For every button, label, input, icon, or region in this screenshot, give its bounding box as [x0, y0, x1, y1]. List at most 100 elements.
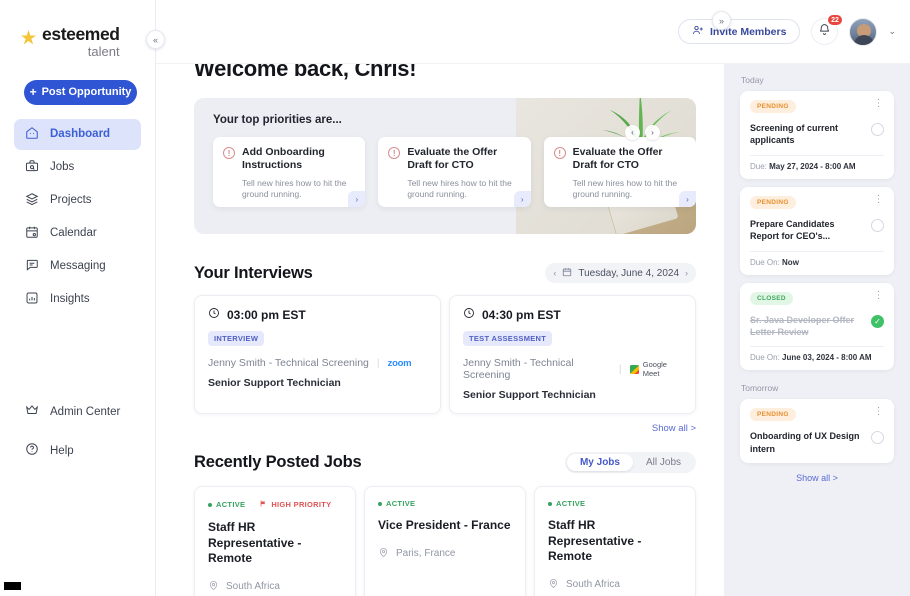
job-title: Staff HR Representative - Remote — [208, 520, 342, 567]
zoom-logo-icon[interactable]: zoom — [388, 358, 412, 369]
divider: | — [377, 357, 380, 369]
sidebar-item-calendar[interactable]: Calendar — [14, 218, 141, 249]
status-badge: CLOSED — [750, 292, 793, 305]
cursor-marker — [4, 582, 21, 590]
status-badge: PENDING — [750, 196, 796, 209]
layers-icon — [25, 192, 39, 209]
tab-all-jobs[interactable]: All Jobs — [633, 454, 694, 471]
question-circle-icon — [25, 442, 39, 459]
reminder-due: Due: May 27, 2024 - 8:00 AM — [750, 162, 884, 171]
status-dot-icon — [378, 502, 382, 506]
priorities-carousel-nav: ‹ › — [625, 125, 660, 140]
more-vertical-icon[interactable]: ⋮ — [874, 196, 885, 204]
reminder-card[interactable]: PENDING ⋮ Onboarding of UX Design intern — [740, 399, 894, 463]
brand-logo[interactable]: ★ esteemed talent — [0, 26, 155, 58]
invite-members-button[interactable]: Invite Members — [678, 19, 800, 44]
google-meet-link[interactable]: Google Meet — [630, 360, 682, 378]
due-value: May 27, 2024 - 8:00 AM — [769, 162, 855, 171]
priority-card-arrow-button[interactable]: › — [514, 191, 531, 207]
sidebar-collapse-button[interactable]: « — [146, 30, 165, 49]
date-next-button[interactable]: › — [685, 268, 688, 278]
reminder-card[interactable]: CLOSED ⋮ Sr. Java Developer Offer Letter… — [740, 283, 894, 371]
priority-card[interactable]: ! Evaluate the Offer Draft for CTO Tell … — [544, 137, 696, 207]
priority-card-arrow-button[interactable]: › — [348, 191, 365, 207]
divider: | — [619, 363, 622, 375]
complete-checkbox[interactable] — [871, 219, 884, 232]
sidebar-item-label: Messaging — [50, 260, 106, 272]
carousel-next-button[interactable]: › — [645, 125, 660, 140]
interview-card[interactable]: 03:00 pm EST INTERVIEW Jenny Smith - Tec… — [194, 295, 441, 414]
due-label: Due On: — [750, 258, 780, 267]
job-card[interactable]: ACTIVE Staff HR Representative - Remote … — [534, 486, 696, 596]
sidebar-item-label: Jobs — [50, 161, 74, 173]
map-pin-icon — [548, 578, 559, 592]
date-prev-button[interactable]: ‹ — [553, 268, 556, 278]
status-badge: PENDING — [750, 100, 796, 113]
job-priority-badge: HIGH PRIORITY — [259, 499, 331, 510]
warning-icon: ! — [388, 147, 400, 159]
interview-card-list: 03:00 pm EST INTERVIEW Jenny Smith - Tec… — [194, 295, 696, 414]
due-value: June 03, 2024 - 8:00 AM — [782, 353, 872, 362]
chevron-down-icon[interactable]: ⌄ — [888, 26, 896, 37]
interview-card[interactable]: 04:30 pm EST TEST ASSESSMENT Jenny Smith… — [449, 295, 696, 414]
reminder-card[interactable]: PENDING ⋮ Screening of current applicant… — [740, 91, 894, 179]
user-plus-icon — [692, 24, 704, 39]
topbar: Invite Members 22 ⌄ — [156, 0, 910, 64]
warning-icon: ! — [554, 147, 566, 159]
reminder-due: Due On: June 03, 2024 - 8:00 AM — [750, 353, 884, 362]
sidebar-item-admin-center[interactable]: Admin Center — [14, 396, 141, 427]
priorities-title: Your top priorities are... — [194, 98, 696, 126]
bar-chart-icon — [25, 291, 39, 308]
map-pin-icon — [208, 580, 219, 594]
reminders-show-all-link[interactable]: Show all > — [740, 473, 894, 483]
interviews-header: Your Interviews ‹ Tuesday, June 4, 2024 … — [194, 263, 696, 283]
interviews-show-all-link[interactable]: Show all > — [194, 423, 696, 434]
sidebar-item-label: Help — [50, 445, 74, 457]
reminder-card[interactable]: PENDING ⋮ Prepare Candidates Report for … — [740, 187, 894, 275]
job-location: Paris, France — [378, 547, 512, 561]
jobs-title: Recently Posted Jobs — [194, 453, 361, 472]
more-vertical-icon[interactable]: ⋮ — [874, 100, 885, 108]
more-vertical-icon[interactable]: ⋮ — [874, 408, 885, 416]
job-status-badge: ACTIVE — [548, 499, 585, 508]
check-circle-icon[interactable]: ✓ — [871, 315, 884, 328]
home-icon — [25, 126, 39, 143]
due-label: Due: — [750, 162, 767, 171]
job-card[interactable]: ACTIVE Vice President - France Paris, Fr… — [364, 486, 526, 596]
sidebar-item-messaging[interactable]: Messaging — [14, 251, 141, 282]
briefcase-search-icon — [25, 159, 39, 176]
notifications-button[interactable]: 22 — [811, 18, 838, 45]
job-title: Staff HR Representative - Remote — [548, 518, 682, 565]
sidebar-item-jobs[interactable]: Jobs — [14, 152, 141, 183]
avatar[interactable] — [849, 18, 877, 46]
priority-card-title: Add Onboarding Instructions — [242, 146, 354, 173]
due-label: Due On: — [750, 353, 780, 362]
sidebar-item-help[interactable]: Help — [14, 435, 141, 466]
priority-card-desc: Tell new hires how to hit the ground run… — [554, 178, 685, 201]
sidebar-item-projects[interactable]: Projects — [14, 185, 141, 216]
clock-icon — [208, 307, 220, 322]
complete-checkbox[interactable] — [871, 431, 884, 444]
interview-date-picker[interactable]: ‹ Tuesday, June 4, 2024 › — [545, 263, 696, 283]
sidebar-item-dashboard[interactable]: Dashboard — [14, 119, 141, 150]
priority-card[interactable]: ! Add Onboarding Instructions Tell new h… — [213, 137, 365, 207]
calendar-icon — [562, 267, 572, 280]
job-location: South Africa — [208, 580, 342, 594]
chat-icon — [25, 258, 39, 275]
priority-card-arrow-button[interactable]: › — [679, 191, 696, 207]
complete-checkbox[interactable] — [871, 123, 884, 136]
priority-card[interactable]: ! Evaluate the Offer Draft for CTO Tell … — [378, 137, 530, 207]
carousel-prev-button[interactable]: ‹ — [625, 125, 640, 140]
app-root: ★ esteemed talent + Post Opportunity Das… — [0, 0, 910, 596]
job-card[interactable]: ACTIVE HIGH PRIORITY Staff HR Representa… — [194, 486, 356, 596]
sidebar-item-insights[interactable]: Insights — [14, 284, 141, 315]
star-icon: ★ — [20, 29, 37, 48]
post-opportunity-button[interactable]: + Post Opportunity — [24, 80, 137, 105]
more-vertical-icon[interactable]: ⋮ — [874, 292, 885, 300]
priority-card-title: Evaluate the Offer Draft for CTO — [407, 146, 519, 173]
reminder-text: Prepare Candidates Report for CEO's... — [750, 218, 863, 243]
status-dot-icon — [208, 503, 212, 507]
reminders-collapse-button[interactable]: » — [712, 11, 731, 30]
tab-my-jobs[interactable]: My Jobs — [567, 454, 633, 471]
crown-icon — [25, 403, 39, 420]
